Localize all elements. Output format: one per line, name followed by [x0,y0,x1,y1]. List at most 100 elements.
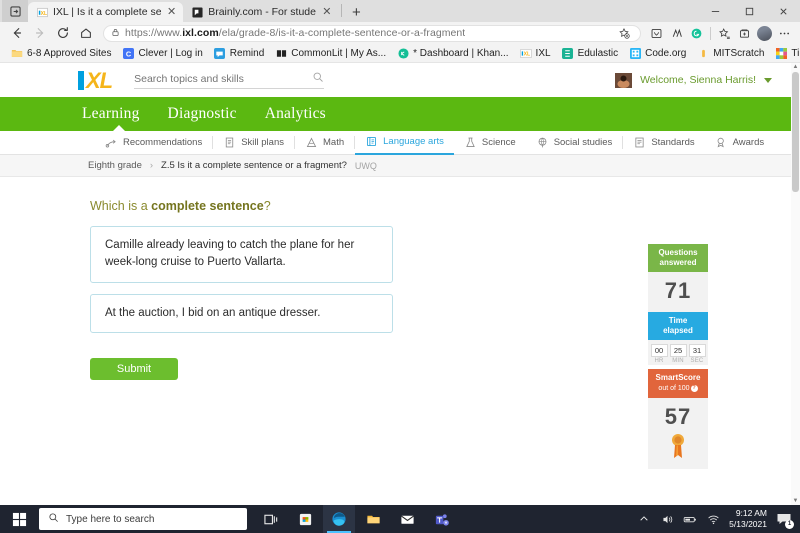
address-bar[interactable]: https://www.ixl.com/ela/grade-8/is-it-a-… [103,24,641,43]
tinkercad-icon [775,47,787,59]
nav-item-analytics[interactable]: Analytics [265,105,326,123]
adobe-extension-icon[interactable] [667,24,686,43]
bookmark-item[interactable]: Tinkercad [770,46,800,60]
bookmark-item[interactable]: 6-8 Approved Sites [6,46,117,60]
nav-item-diagnostic[interactable]: Diagnostic [168,105,237,123]
browser-tab-active[interactable]: XL IXL | Is it a complete sentence or ✕ [28,2,184,22]
answer-option-1[interactable]: Camille already leaving to catch the pla… [90,226,393,283]
timer-seconds: 31 SEC [688,344,706,364]
reload-icon[interactable] [52,23,74,43]
sidebar-item-language-arts[interactable]: Language arts [355,131,454,155]
search-icon[interactable] [312,71,324,86]
bookmark-item[interactable]: MITScratch [692,46,769,60]
scrollbar-thumb[interactable] [792,72,799,192]
close-icon[interactable]: ✕ [321,6,332,18]
sidebar-item-recommendations[interactable]: Recommendations [95,131,212,155]
standards-icon [633,136,646,149]
timer-hours: 00 HR [650,344,668,364]
file-explorer-icon[interactable] [357,505,389,533]
nav-item-learning[interactable]: Learning [82,105,140,123]
bookmark-label: Remind [229,47,265,59]
bookmark-item[interactable]: Edulastic [557,46,624,60]
bookmark-item[interactable]: * Dashboard | Khan... [392,46,513,60]
favorites-icon[interactable] [715,24,734,43]
battery-icon[interactable] [683,512,697,526]
search-input[interactable] [134,72,285,85]
close-icon[interactable]: ✕ [166,6,177,18]
prompt-suffix: ? [263,199,271,213]
bookmark-item[interactable]: Code.org [624,46,691,60]
browser-tab-inactive[interactable]: Brainly.com - For students. By st ✕ [183,2,339,22]
commonlit-icon [275,47,287,59]
grammarly-extension-icon[interactable] [687,24,706,43]
forward-icon[interactable] [29,23,51,43]
search-box[interactable] [134,71,325,89]
bookmark-item[interactable]: XL IXL [515,46,556,60]
ixl-logo[interactable]: XL [78,69,113,91]
welcome-menu[interactable]: Welcome, Sienna Harris! [615,72,800,88]
profile-avatar[interactable] [755,24,774,43]
microsoft-store-icon[interactable] [289,505,321,533]
folder-icon [11,47,23,59]
notification-icon[interactable]: 1 [776,511,794,529]
sidebar-item-skill-plans[interactable]: Skill plans [213,131,294,155]
sidebar-item-awards[interactable]: Awards [705,131,775,155]
tab-title: Brainly.com - For students. By st [208,6,316,18]
breadcrumb-separator: › [149,160,154,171]
prompt-prefix: Which is a [90,199,152,213]
windows-start-icon[interactable] [0,505,38,533]
bookmark-label: * Dashboard | Khan... [413,47,509,59]
sidebar-item-social-studies[interactable]: Social studies [526,131,623,155]
bookmark-item[interactable]: C Clever | Log in [118,46,208,60]
sidebar-item-standards[interactable]: Standards [623,131,704,155]
sidebar-item-science[interactable]: Science [454,131,526,155]
timer-minutes-label: MIN [672,358,684,364]
bookmark-item[interactable]: Remind [209,46,269,60]
wifi-icon[interactable] [706,512,720,526]
edge-browser-icon[interactable] [323,505,355,533]
taskbar-search[interactable]: Type here to search [39,508,247,530]
questions-answered-title-line1: Questions [658,248,698,257]
breadcrumb-grade[interactable]: Eighth grade [88,160,142,171]
chevron-down-icon[interactable] [764,77,772,83]
add-favorite-icon[interactable] [614,24,633,43]
sidebar-item-math[interactable]: Math [295,131,354,155]
scratch-icon [697,47,709,59]
page-scrollbar[interactable]: ▲ ▼ [791,63,800,506]
svg-text:XL: XL [523,51,530,57]
settings-more-icon[interactable] [775,24,794,43]
new-tab-button[interactable]: + [345,2,367,22]
microsoft-teams-icon[interactable] [425,505,457,533]
scroll-up-arrow[interactable]: ▲ [791,63,800,72]
secondary-nav: Recommendations Skill plans Math Languag… [0,131,800,155]
recommendations-icon [105,136,118,149]
brainly-icon [191,6,203,18]
close-button[interactable] [766,0,800,22]
timer-minutes-value: 25 [669,344,687,357]
back-icon[interactable] [6,23,28,43]
mail-icon[interactable] [391,505,423,533]
task-view-icon[interactable] [255,505,287,533]
minimize-button[interactable] [698,0,732,22]
show-hidden-icons[interactable] [637,512,651,526]
maximize-button[interactable] [732,0,766,22]
taskbar-clock[interactable]: 9:12 AM 5/13/2021 [729,508,767,530]
address-bar-actions [614,24,633,43]
bookmark-label: Clever | Log in [138,47,203,59]
math-icon [305,136,318,149]
question-mark-icon[interactable]: ? [690,385,698,392]
social-studies-icon [536,136,549,149]
awards-icon [715,136,728,149]
submit-button[interactable]: Submit [90,357,178,380]
home-icon[interactable] [75,23,97,43]
bookmark-item[interactable]: CommonLit | My As... [270,46,391,60]
tab-actions-icon[interactable] [2,0,28,22]
nav-label: Language arts [383,136,444,147]
volume-icon[interactable] [660,512,674,526]
questions-answered-title-line2: answered [659,258,697,267]
answer-option-2[interactable]: At the auction, I bid on an antique dres… [90,293,393,333]
browser-titlebar: XL IXL | Is it a complete sentence or ✕ … [0,0,800,22]
collections-icon[interactable] [735,24,754,43]
taskbar-apps [255,505,457,533]
wallet-icon[interactable] [647,24,666,43]
